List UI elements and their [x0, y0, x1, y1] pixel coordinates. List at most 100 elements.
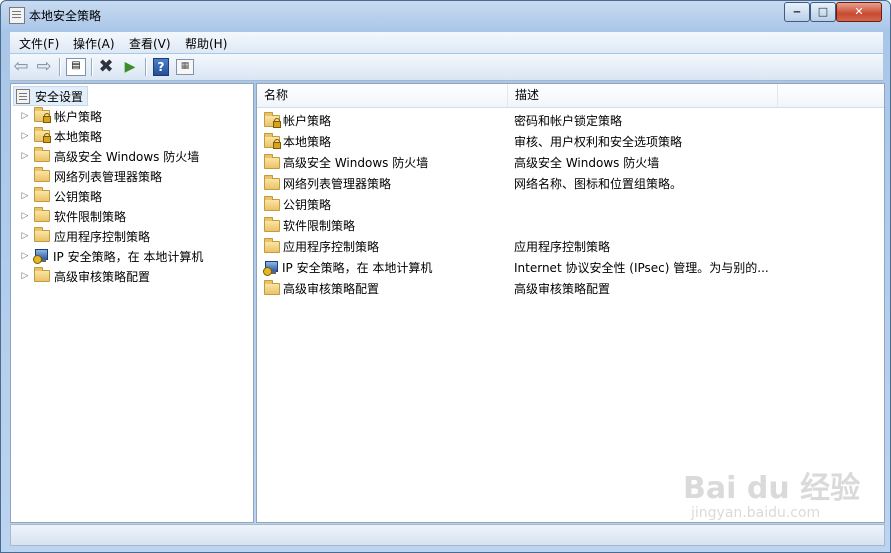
column-header-row: 名称 描述	[257, 84, 884, 108]
tree-item-account-policies[interactable]: ▷ 帐户策略	[11, 106, 102, 126]
column-header-name[interactable]: 名称	[257, 84, 508, 107]
expand-arrow-icon[interactable]: ▷	[19, 211, 31, 221]
tree-item-label: 高级安全 Windows 防火墙	[54, 149, 200, 164]
folder-icon	[264, 279, 280, 295]
delete-icon[interactable]: ✖	[96, 57, 116, 77]
export-list-icon[interactable]: ▶	[120, 57, 140, 77]
tree-item-network-list-manager[interactable]: ▷ 网络列表管理器策略	[11, 166, 162, 186]
folder-icon	[34, 147, 50, 162]
folder-lock-icon	[34, 107, 51, 123]
tree-item-application-control[interactable]: ▷ 应用程序控制策略	[11, 226, 150, 246]
folder-icon	[264, 237, 280, 253]
list-item-name: 高级审核策略配置	[283, 282, 380, 296]
watermark-logo: Bai du 经验	[683, 471, 861, 506]
main-window: 本地安全策略 ‒ □ ✕ 文件(F) 操作(A) 查看(V) 帮助(H) ⇦ ⇨…	[0, 0, 891, 553]
list-item[interactable]: 本地策略 审核、用户权利和安全选项策略	[257, 131, 884, 152]
toolbar: ⇦ ⇨ ▤ ✖ ▶ ? ▦	[10, 54, 883, 81]
list-item[interactable]: 高级安全 Windows 防火墙 高级安全 Windows 防火墙	[257, 152, 884, 173]
folder-icon	[264, 174, 280, 190]
tree-pane: 安全设置 ▷ 帐户策略 ▷ 本地策略 ▷ 高级安全 Windows 防火墙 ▷ …	[10, 83, 254, 523]
toolbar-separator	[59, 58, 60, 76]
list-item[interactable]: 帐户策略 密码和帐户锁定策略	[257, 110, 884, 131]
menu-action[interactable]: 操作(A)	[73, 35, 115, 52]
list-item[interactable]: 应用程序控制策略 应用程序控制策略	[257, 236, 884, 257]
expand-arrow-icon[interactable]: ▷	[19, 251, 31, 261]
list-item[interactable]: 高级审核策略配置 高级审核策略配置	[257, 278, 884, 299]
folder-icon	[264, 195, 280, 211]
list-item-description: Internet 协议安全性 (IPsec) 管理。为与别的...	[514, 261, 769, 275]
maximize-button[interactable]: □	[810, 2, 836, 22]
menu-view[interactable]: 查看(V)	[129, 35, 171, 52]
expand-arrow-icon[interactable]: ▷	[19, 271, 31, 281]
tree-item-label: 高级审核策略配置	[54, 269, 151, 284]
expand-arrow-icon[interactable]: ▷	[19, 231, 31, 241]
expand-arrow-icon[interactable]: ▷	[19, 151, 31, 161]
folder-icon	[264, 153, 280, 169]
expand-arrow-icon[interactable]: ▷	[19, 111, 31, 121]
folder-icon	[34, 207, 50, 222]
app-icon	[9, 7, 25, 24]
list-item-name: 高级安全 Windows 防火墙	[283, 156, 429, 170]
menu-file[interactable]: 文件(F)	[19, 35, 59, 52]
list-item-name: 网络列表管理器策略	[283, 177, 392, 191]
toolbar-separator	[91, 58, 92, 76]
show-hide-tree-icon[interactable]: ▤	[66, 58, 86, 76]
forward-arrow-icon[interactable]: ⇨	[34, 57, 54, 77]
tree-root-label: 安全设置	[35, 89, 84, 104]
list-item-description: 高级审核策略配置	[514, 282, 611, 296]
properties-icon[interactable]: ▦	[176, 59, 194, 75]
folder-icon	[264, 216, 280, 232]
column-header-filler	[778, 84, 884, 107]
back-arrow-icon[interactable]: ⇦	[11, 57, 31, 77]
tree-item-advanced-audit[interactable]: ▷ 高级审核策略配置	[11, 266, 150, 286]
list-item-description: 审核、用户权利和安全选项策略	[514, 135, 683, 149]
tree-item-software-restriction[interactable]: ▷ 软件限制策略	[11, 206, 126, 226]
expand-arrow-icon[interactable]: ▷	[19, 191, 31, 201]
folder-lock-icon	[264, 132, 281, 149]
menu-help[interactable]: 帮助(H)	[185, 35, 227, 52]
list-item[interactable]: 网络列表管理器策略 网络名称、图标和位置组策略。	[257, 173, 884, 194]
security-settings-icon	[16, 88, 30, 104]
tree-item-label: 软件限制策略	[54, 209, 127, 224]
list-item[interactable]: 公钥策略	[257, 194, 884, 215]
tree-item-ip-security[interactable]: ▷ IP 安全策略，在 本地计算机	[11, 246, 203, 266]
status-bar	[10, 524, 885, 546]
tree-item-label: 帐户策略	[54, 109, 103, 124]
toolbar-separator	[145, 58, 146, 76]
tree-item-windows-firewall[interactable]: ▷ 高级安全 Windows 防火墙	[11, 146, 199, 166]
tree-item-label: 网络列表管理器策略	[54, 169, 163, 184]
tree-item-label: 应用程序控制策略	[54, 229, 151, 244]
list-item-description: 高级安全 Windows 防火墙	[514, 156, 660, 170]
list-item-name: 帐户策略	[283, 114, 332, 128]
list-item-description: 密码和帐户锁定策略	[514, 114, 623, 128]
column-header-description[interactable]: 描述	[508, 84, 778, 107]
minimize-button[interactable]: ‒	[784, 2, 810, 22]
folder-icon	[34, 267, 50, 282]
tree-item-label: IP 安全策略，在 本地计算机	[53, 249, 204, 264]
ipsec-icon	[263, 260, 279, 276]
menu-bar: 文件(F) 操作(A) 查看(V) 帮助(H)	[10, 32, 883, 53]
tree-root-security-settings[interactable]: 安全设置	[13, 86, 89, 106]
folder-icon	[34, 167, 50, 182]
title-bar[interactable]: 本地安全策略 ‒ □ ✕	[1, 1, 890, 29]
tree-item-label: 本地策略	[54, 129, 103, 144]
list-item-name: 软件限制策略	[283, 219, 356, 233]
tree-item-public-key-policies[interactable]: ▷ 公钥策略	[11, 186, 102, 206]
folder-icon	[34, 227, 50, 242]
list-item[interactable]: 软件限制策略	[257, 215, 884, 236]
list-item-description: 网络名称、图标和位置组策略。	[514, 177, 683, 191]
ipsec-icon	[33, 249, 49, 264]
window-title: 本地安全策略	[29, 9, 102, 23]
close-button[interactable]: ✕	[836, 2, 882, 22]
list-item[interactable]: IP 安全策略，在 本地计算机 Internet 协议安全性 (IPsec) 管…	[257, 257, 884, 278]
help-icon[interactable]: ?	[153, 58, 169, 76]
folder-lock-icon	[34, 127, 51, 143]
tree-item-local-policies[interactable]: ▷ 本地策略	[11, 126, 102, 146]
list-pane: 名称 描述 帐户策略 密码和帐户锁定策略 本地策略 审核、用户权利和安全选项策略…	[256, 83, 885, 523]
list-item-name: 公钥策略	[283, 198, 332, 212]
folder-icon	[34, 187, 50, 202]
tree-item-label: 公钥策略	[54, 189, 103, 204]
folder-lock-icon	[264, 111, 281, 128]
list-item-name: 应用程序控制策略	[283, 240, 380, 254]
expand-arrow-icon[interactable]: ▷	[19, 131, 31, 141]
